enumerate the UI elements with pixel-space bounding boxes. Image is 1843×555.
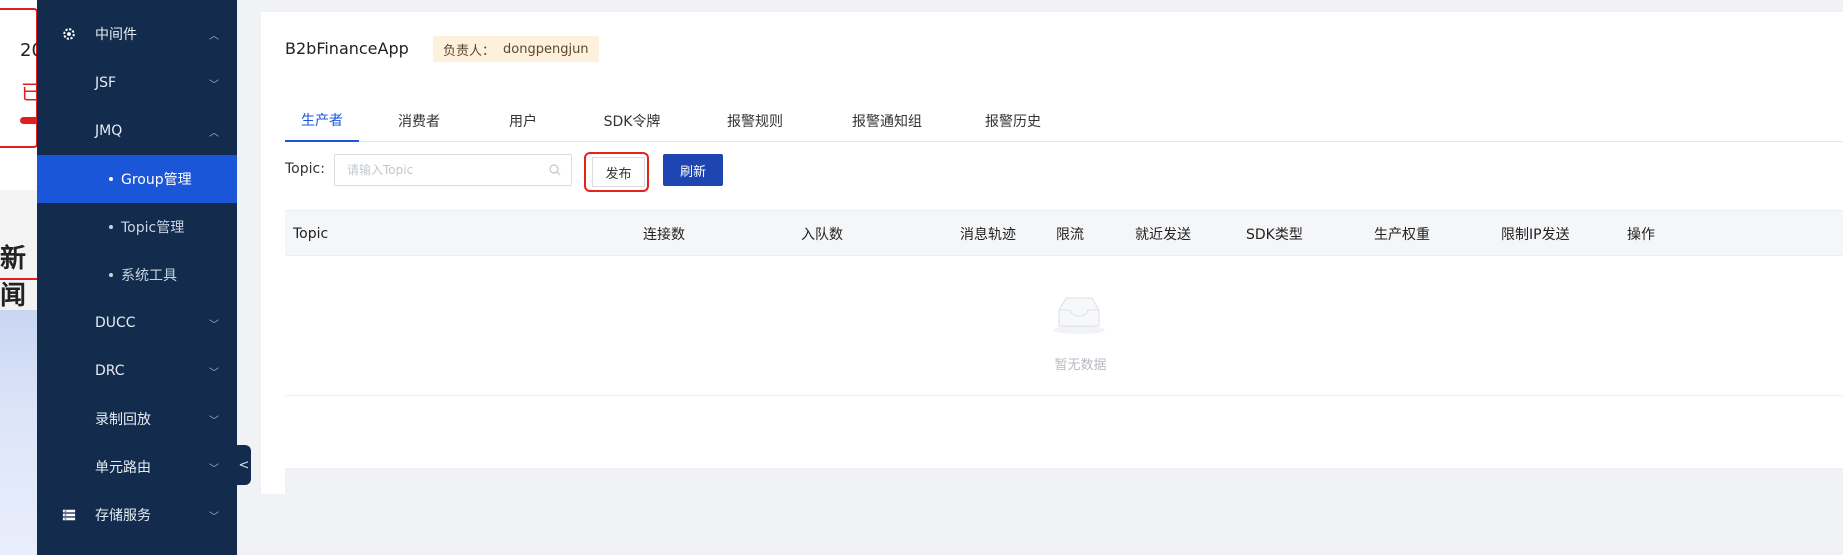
bullet-icon <box>109 177 113 181</box>
chevron-up-icon: ︿ <box>209 30 219 42</box>
sidebar-item-label: 中间件 <box>95 27 137 43</box>
background-image <box>0 310 40 555</box>
column-header-rate-limit: 限流 <box>1056 227 1084 243</box>
sidebar-item-label: JSF <box>95 75 117 91</box>
tab-sdk-token[interactable]: SDK令牌 <box>599 100 665 142</box>
sidebar-item-label: 系统工具 <box>121 268 177 284</box>
sidebar-item-label: 单元路由 <box>95 460 151 476</box>
table-empty-state: 暂无数据 <box>285 256 1843 396</box>
empty-text: 暂无数据 <box>1054 358 1107 373</box>
column-header-nearby-send: 就近发送 <box>1135 227 1191 243</box>
column-header-topic: Topic <box>293 226 329 242</box>
sidebar-item-drc[interactable]: DRC ﹀ <box>37 347 237 395</box>
chevron-down-icon: ﹀ <box>209 79 219 91</box>
content-footer-area <box>261 468 1843 555</box>
column-header-ip-restrict: 限制IP发送 <box>1501 227 1570 243</box>
bullet-icon <box>109 273 113 277</box>
sidebar-item-record-replay[interactable]: 录制回放 ﹀ <box>37 395 237 443</box>
tab-alert-history[interactable]: 报警历史 <box>979 100 1047 142</box>
column-header-enqueue-count: 入队数 <box>801 227 843 243</box>
sidebar-item-storage[interactable]: 存储服务 ﹀ <box>37 491 237 539</box>
main-content: B2bFinanceApp 负责人： dongpengjun 生产者 消费者 用… <box>261 12 1843 494</box>
tab-alert-notify-group[interactable]: 报警通知组 <box>845 100 929 142</box>
tab-user[interactable]: 用户 <box>501 100 545 142</box>
sidebar-item-label: DUCC <box>95 315 136 331</box>
topic-filter-label: Topic: <box>285 161 325 177</box>
sidebar-item-jmq[interactable]: JMQ ︿ <box>37 107 237 155</box>
bullet-icon <box>109 225 113 229</box>
page-title: B2bFinanceApp <box>285 39 409 58</box>
sidebar-item-system-tools[interactable]: 系统工具 <box>37 251 237 299</box>
sidebar-item-middleware[interactable]: 中间件 ︿ <box>37 10 237 58</box>
table-header: Topic 连接数 入队数 消息轨迹 限流 就近发送 SDK类型 生产权重 限制… <box>285 210 1843 256</box>
chevron-down-icon: ﹀ <box>209 319 219 331</box>
chevron-up-icon: ︿ <box>209 127 219 139</box>
sidebar-item-label: Group管理 <box>121 172 192 188</box>
search-icon[interactable] <box>549 164 561 176</box>
sidebar-item-ducc[interactable]: DUCC ﹀ <box>37 299 237 347</box>
publish-button[interactable]: 发布 <box>592 157 645 187</box>
column-header-message-trace: 消息轨迹 <box>960 227 1016 243</box>
sidebar-item-label: DRC <box>95 363 125 379</box>
sidebar-collapse-button[interactable]: < <box>237 445 251 485</box>
chevron-down-icon: ﹀ <box>209 415 219 427</box>
sidebar-item-unit-routing[interactable]: 单元路由 ﹀ <box>37 443 237 491</box>
owner-badge: 负责人： dongpengjun <box>433 36 599 62</box>
settings-cog-icon <box>61 26 77 42</box>
sidebar-item-group-management[interactable]: Group管理 <box>37 155 237 203</box>
tab-consumer[interactable]: 消费者 <box>389 100 449 142</box>
sidebar-item-label: Topic管理 <box>121 220 185 236</box>
content-card-edge <box>261 468 285 494</box>
column-header-produce-weight: 生产权重 <box>1374 227 1430 243</box>
tab-alert-rules[interactable]: 报警规则 <box>721 100 789 142</box>
background-news-heading: 新闻 <box>0 244 27 311</box>
sidebar-item-label: JMQ <box>95 123 123 139</box>
topic-search-field[interactable] <box>334 154 572 186</box>
sidebar-item-label: 存储服务 <box>95 508 151 524</box>
sidebar-item-jsf[interactable]: JSF ﹀ <box>37 59 237 107</box>
sidebar-item-topic-management[interactable]: Topic管理 <box>37 203 237 251</box>
column-header-actions: 操作 <box>1627 227 1655 243</box>
background-underline <box>0 278 40 280</box>
owner-value: dongpengjun <box>503 41 589 57</box>
owner-label: 负责人： <box>443 43 496 59</box>
topic-search-input[interactable] <box>347 163 547 177</box>
tab-producer[interactable]: 生产者 <box>285 100 359 142</box>
tab-bar: 生产者 消费者 用户 SDK令牌 报警规则 报警通知组 报警历史 <box>285 100 1843 142</box>
server-stack-icon <box>61 507 77 523</box>
empty-inbox-icon <box>1053 297 1105 334</box>
chevron-down-icon: ﹀ <box>209 367 219 379</box>
chevron-down-icon: ﹀ <box>209 511 219 523</box>
column-header-sdk-type: SDK类型 <box>1246 227 1303 243</box>
column-header-connections: 连接数 <box>643 227 685 243</box>
sidebar-item-label: 录制回放 <box>95 412 151 428</box>
refresh-button[interactable]: 刷新 <box>663 154 723 186</box>
chevron-left-icon: < <box>238 457 250 473</box>
background-page: 20 已 新闻 <box>0 0 40 555</box>
chevron-down-icon: ﹀ <box>209 463 219 475</box>
sidebar: 中间件 ︿ JSF ﹀ JMQ ︿ Group管理 Topic管理 系统工具 D… <box>37 0 237 555</box>
